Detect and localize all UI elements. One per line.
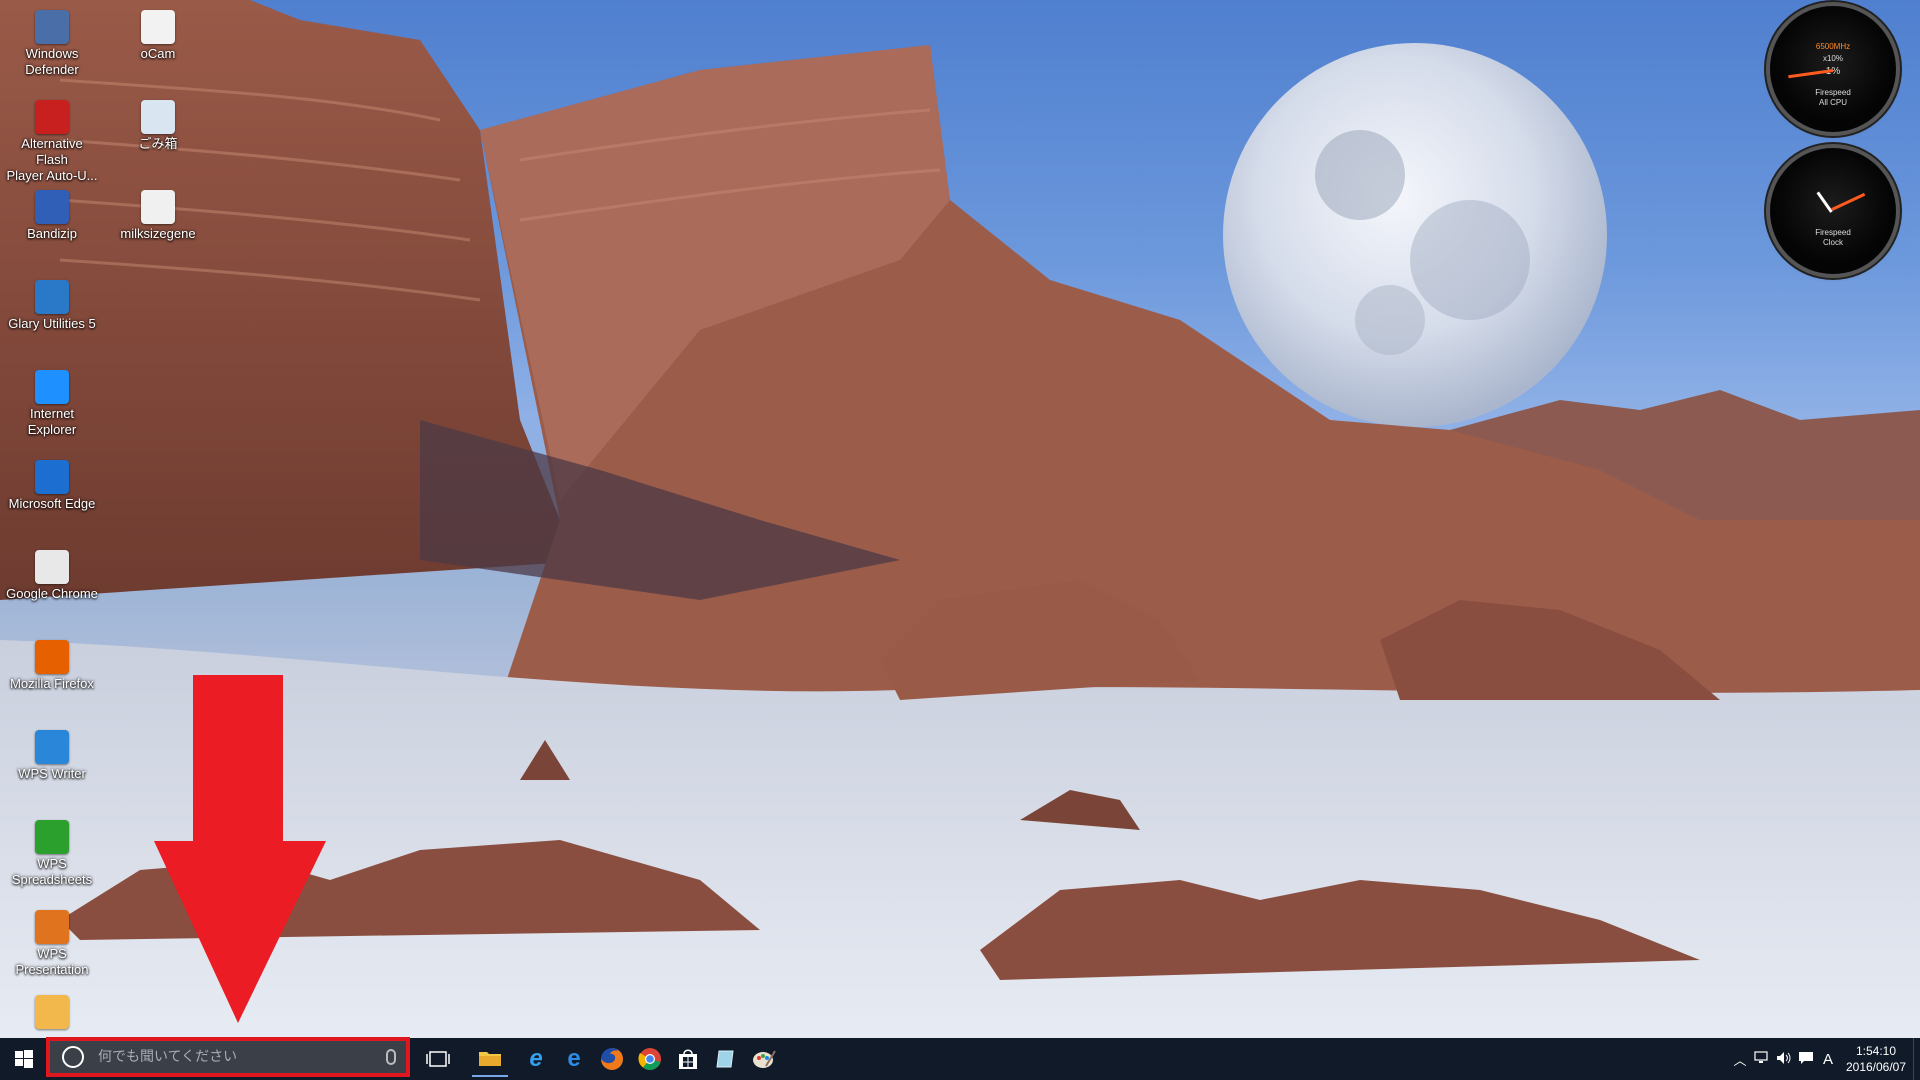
desktop-shortcut-label: Internet Explorer bbox=[27, 406, 77, 437]
desktop-shortcut[interactable]: Bandizip bbox=[4, 190, 100, 242]
cpu-meter-brand: Firespeed bbox=[1815, 88, 1851, 97]
clock-hour-hand bbox=[1816, 191, 1833, 213]
recycle-bin-icon bbox=[141, 100, 175, 134]
edge-icon: e bbox=[567, 1045, 581, 1072]
desktop-shortcut-label: Glary Utilities 5 bbox=[8, 316, 96, 331]
clock-time: 1:54:10 bbox=[1855, 1044, 1897, 1058]
internet-explorer-button[interactable]: e bbox=[518, 1041, 554, 1077]
task-view-icon bbox=[426, 1051, 450, 1067]
chrome-icon bbox=[638, 1048, 661, 1070]
wps-spreadsheets-icon bbox=[35, 820, 69, 854]
desktop-shortcut[interactable]: Alternative Flash Player Auto-U... bbox=[4, 100, 100, 184]
network-icon[interactable] bbox=[1751, 1050, 1773, 1068]
paint-icon bbox=[753, 1050, 776, 1068]
desktop-shortcut-label: Bandizip bbox=[27, 226, 77, 241]
store-button[interactable] bbox=[670, 1041, 706, 1077]
glary-utilities-icon bbox=[35, 280, 69, 314]
desktop-shortcut[interactable] bbox=[4, 995, 100, 1031]
desktop-shortcut[interactable]: oCam bbox=[110, 10, 206, 62]
windows-logo-icon bbox=[15, 1050, 33, 1068]
desktop-shortcut[interactable]: Windows Defender bbox=[4, 10, 100, 78]
chrome-icon bbox=[35, 550, 69, 584]
firefox-button[interactable] bbox=[594, 1041, 630, 1077]
show-hidden-icons-chevron-icon[interactable]: ︿ bbox=[1729, 1050, 1751, 1069]
internet-explorer-icon bbox=[35, 370, 69, 404]
microphone-icon[interactable] bbox=[386, 1049, 396, 1065]
clock-date: 2016/06/07 bbox=[1845, 1060, 1907, 1074]
file-explorer-icon bbox=[479, 1052, 501, 1066]
desktop-shortcut[interactable]: milksizegene bbox=[110, 190, 206, 242]
desktop-shortcut-label: ごみ箱 bbox=[138, 136, 178, 151]
desktop-shortcut-label: WPS Spreadsheets bbox=[11, 856, 93, 887]
desktop-shortcut[interactable]: ごみ箱 bbox=[110, 100, 206, 152]
clock-minute-hand bbox=[1831, 192, 1866, 211]
ocam-icon bbox=[141, 10, 175, 44]
cortana-icon bbox=[62, 1046, 84, 1068]
desktop-shortcut-label: WPS Presentation bbox=[15, 946, 89, 977]
paint-button[interactable] bbox=[746, 1041, 782, 1077]
desktop-shortcut[interactable]: Internet Explorer bbox=[4, 370, 100, 438]
clock-gadget[interactable]: Firespeed Clock bbox=[1770, 148, 1896, 274]
windows-defender-icon bbox=[35, 10, 69, 44]
start-button[interactable] bbox=[0, 1038, 48, 1080]
store-icon bbox=[679, 1049, 697, 1069]
desktop-shortcut-label: Windows Defender bbox=[25, 46, 79, 77]
desktop-shortcut[interactable]: WPS Writer bbox=[4, 730, 100, 782]
volume-icon[interactable] bbox=[1773, 1051, 1795, 1068]
red-down-arrow bbox=[154, 675, 326, 1023]
desktop-shortcut-label: Google Chrome bbox=[6, 586, 98, 601]
desktop-shortcut-label: WPS Writer bbox=[18, 766, 86, 781]
notes-icon bbox=[716, 1050, 734, 1068]
desktop-shortcut[interactable]: Mozilla Firefox bbox=[4, 640, 100, 692]
cpu-meter-label: All CPU bbox=[1818, 98, 1847, 107]
chrome-button[interactable] bbox=[632, 1041, 668, 1077]
firefox-icon bbox=[601, 1048, 623, 1070]
action-center-icon[interactable] bbox=[1795, 1051, 1817, 1068]
bandizip-icon bbox=[35, 190, 69, 224]
show-desktop-button[interactable] bbox=[1913, 1038, 1920, 1080]
file-explorer-button[interactable] bbox=[472, 1041, 508, 1077]
system-tray: ︿ A 1:54:10 2016/06/07 bbox=[1729, 1038, 1920, 1080]
desktop-shortcut-label: Alternative Flash Player Auto-U... bbox=[6, 136, 98, 183]
desktop-shortcut-label: Mozilla Firefox bbox=[10, 676, 94, 691]
task-view-button[interactable] bbox=[420, 1041, 456, 1077]
internet-explorer-icon: e bbox=[529, 1045, 543, 1072]
taskbar-clock[interactable]: 1:54:10 2016/06/07 bbox=[1839, 1043, 1913, 1075]
search-input[interactable] bbox=[96, 1048, 370, 1066]
cortana-search-box[interactable] bbox=[46, 1037, 410, 1077]
wps-presentation-icon bbox=[35, 910, 69, 944]
document-icon bbox=[35, 995, 69, 1029]
desktop-shortcut[interactable]: Glary Utilities 5 bbox=[4, 280, 100, 332]
desktop-shortcut[interactable]: WPS Presentation bbox=[4, 910, 100, 978]
desktop-shortcut-label: Microsoft Edge bbox=[8, 496, 96, 511]
milksizegene-icon bbox=[141, 190, 175, 224]
cpu-meter-freq: 6500MHz bbox=[1815, 42, 1851, 51]
desktop-shortcut[interactable]: WPS Spreadsheets bbox=[4, 820, 100, 888]
cpu-meter-scale: x10% bbox=[1822, 54, 1843, 63]
edge-icon bbox=[35, 460, 69, 494]
edge-button[interactable]: e bbox=[556, 1041, 592, 1077]
firefox-icon bbox=[35, 640, 69, 674]
ime-indicator[interactable]: A bbox=[1817, 1051, 1839, 1068]
wps-writer-icon bbox=[35, 730, 69, 764]
clock-gadget-label: Clock bbox=[1822, 238, 1843, 247]
clock-gadget-brand: Firespeed bbox=[1815, 228, 1851, 237]
desktop-shortcut[interactable]: Microsoft Edge bbox=[4, 460, 100, 512]
desktop-shortcut[interactable]: Google Chrome bbox=[4, 550, 100, 602]
flash-updater-icon bbox=[35, 100, 69, 134]
notes-button[interactable] bbox=[708, 1041, 744, 1077]
desktop-shortcut-label: oCam bbox=[140, 46, 176, 61]
cpu-meter-gadget[interactable]: 6500MHz x10% 1% Firespeed All CPU bbox=[1770, 6, 1896, 132]
desktop-shortcut-label: milksizegene bbox=[120, 226, 196, 241]
